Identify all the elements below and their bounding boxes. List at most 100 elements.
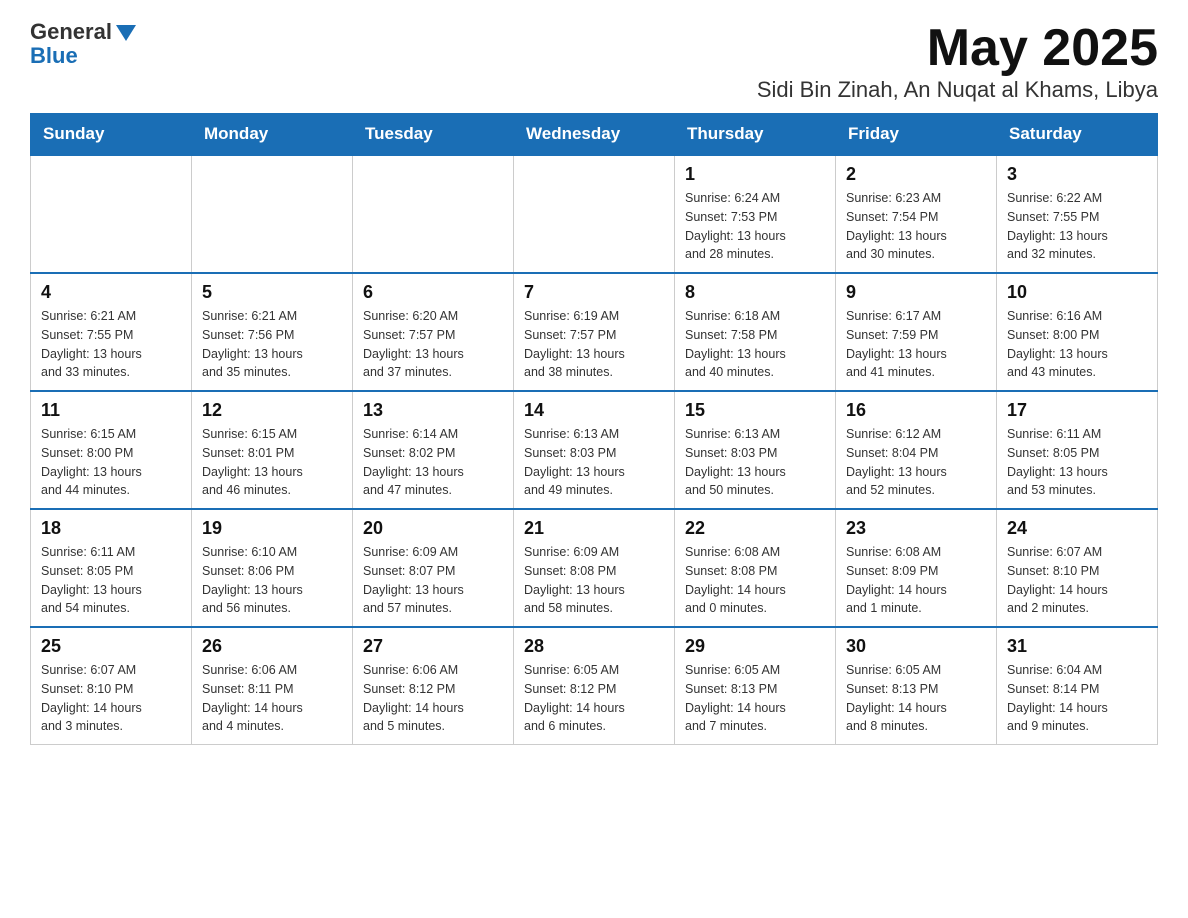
day-number: 21 [524,518,664,539]
day-cell-0-3 [514,155,675,273]
day-cell-1-3: 7 Sunrise: 6:19 AM Sunset: 7:57 PM Daylig… [514,273,675,391]
header-row: SundayMondayTuesdayWednesdayThursdayFrid… [31,114,1158,156]
day-number: 8 [685,282,825,303]
day-cell-4-1: 26 Sunrise: 6:06 AM Sunset: 8:11 PM Dayli… [192,627,353,745]
day-cell-2-0: 11 Sunrise: 6:15 AM Sunset: 8:00 PM Dayli… [31,391,192,509]
day-cell-3-5: 23Sunrise: 6:08 AM Sunset: 8:09 PM Dayli… [836,509,997,627]
day-number: 31 [1007,636,1147,657]
day-cell-3-3: 21 Sunrise: 6:09 AM Sunset: 8:08 PM Dayli… [514,509,675,627]
header-cell-thursday: Thursday [675,114,836,156]
day-info: Sunrise: 6:13 AM Sunset: 8:03 PM Dayligh… [685,425,825,500]
day-number: 12 [202,400,342,421]
day-number: 18 [41,518,181,539]
day-cell-0-1 [192,155,353,273]
day-number: 13 [363,400,503,421]
day-info: Sunrise: 6:11 AM Sunset: 8:05 PM Dayligh… [41,543,181,618]
day-cell-3-1: 19Sunrise: 6:10 AM Sunset: 8:06 PM Dayli… [192,509,353,627]
day-info: Sunrise: 6:07 AM Sunset: 8:10 PM Dayligh… [1007,543,1147,618]
day-info: Sunrise: 6:15 AM Sunset: 8:00 PM Dayligh… [41,425,181,500]
day-cell-1-5: 9Sunrise: 6:17 AM Sunset: 7:59 PM Daylig… [836,273,997,391]
day-number: 11 [41,400,181,421]
day-cell-0-2 [353,155,514,273]
day-info: Sunrise: 6:16 AM Sunset: 8:00 PM Dayligh… [1007,307,1147,382]
day-info: Sunrise: 6:05 AM Sunset: 8:13 PM Dayligh… [685,661,825,736]
day-cell-2-1: 12 Sunrise: 6:15 AM Sunset: 8:01 PM Dayli… [192,391,353,509]
day-number: 26 [202,636,342,657]
logo: General Blue [30,20,136,68]
week-row-5: 25Sunrise: 6:07 AM Sunset: 8:10 PM Dayli… [31,627,1158,745]
day-cell-2-4: 15 Sunrise: 6:13 AM Sunset: 8:03 PM Dayli… [675,391,836,509]
day-info: Sunrise: 6:09 AM Sunset: 8:07 PM Dayligh… [363,543,503,618]
header-cell-tuesday: Tuesday [353,114,514,156]
day-number: 14 [524,400,664,421]
logo-blue-text: Blue [30,44,136,68]
day-info: Sunrise: 6:09 AM Sunset: 8:08 PM Dayligh… [524,543,664,618]
day-info: Sunrise: 6:07 AM Sunset: 8:10 PM Dayligh… [41,661,181,736]
week-row-1: 1Sunrise: 6:24 AM Sunset: 7:53 PM Daylig… [31,155,1158,273]
day-cell-0-6: 3 Sunrise: 6:22 AM Sunset: 7:55 PM Daylig… [997,155,1158,273]
day-number: 27 [363,636,503,657]
day-cell-2-3: 14 Sunrise: 6:13 AM Sunset: 8:03 PM Dayli… [514,391,675,509]
calendar-title: May 2025 [757,20,1158,77]
day-cell-1-4: 8 Sunrise: 6:18 AM Sunset: 7:58 PM Daylig… [675,273,836,391]
logo-general-text: General [30,19,112,44]
day-info: Sunrise: 6:12 AM Sunset: 8:04 PM Dayligh… [846,425,986,500]
day-info: Sunrise: 6:18 AM Sunset: 7:58 PM Dayligh… [685,307,825,382]
day-cell-1-1: 5Sunrise: 6:21 AM Sunset: 7:56 PM Daylig… [192,273,353,391]
day-cell-1-0: 4Sunrise: 6:21 AM Sunset: 7:55 PM Daylig… [31,273,192,391]
day-cell-3-2: 20 Sunrise: 6:09 AM Sunset: 8:07 PM Dayli… [353,509,514,627]
day-number: 28 [524,636,664,657]
title-block: May 2025 Sidi Bin Zinah, An Nuqat al Kha… [757,20,1158,103]
day-number: 30 [846,636,986,657]
day-cell-4-0: 25Sunrise: 6:07 AM Sunset: 8:10 PM Dayli… [31,627,192,745]
day-number: 22 [685,518,825,539]
day-info: Sunrise: 6:13 AM Sunset: 8:03 PM Dayligh… [524,425,664,500]
header-cell-sunday: Sunday [31,114,192,156]
calendar-subtitle: Sidi Bin Zinah, An Nuqat al Khams, Libya [757,77,1158,103]
header-cell-friday: Friday [836,114,997,156]
day-info: Sunrise: 6:10 AM Sunset: 8:06 PM Dayligh… [202,543,342,618]
calendar-header: SundayMondayTuesdayWednesdayThursdayFrid… [31,114,1158,156]
page-header: General Blue May 2025 Sidi Bin Zinah, An… [30,20,1158,103]
day-cell-3-0: 18 Sunrise: 6:11 AM Sunset: 8:05 PM Dayli… [31,509,192,627]
day-number: 24 [1007,518,1147,539]
day-number: 9 [846,282,986,303]
day-info: Sunrise: 6:08 AM Sunset: 8:08 PM Dayligh… [685,543,825,618]
day-info: Sunrise: 6:06 AM Sunset: 8:11 PM Dayligh… [202,661,342,736]
day-number: 17 [1007,400,1147,421]
day-number: 1 [685,164,825,185]
day-info: Sunrise: 6:08 AM Sunset: 8:09 PM Dayligh… [846,543,986,618]
day-info: Sunrise: 6:19 AM Sunset: 7:57 PM Dayligh… [524,307,664,382]
day-number: 5 [202,282,342,303]
calendar-body: 1Sunrise: 6:24 AM Sunset: 7:53 PM Daylig… [31,155,1158,745]
day-info: Sunrise: 6:22 AM Sunset: 7:55 PM Dayligh… [1007,189,1147,264]
day-number: 15 [685,400,825,421]
day-number: 7 [524,282,664,303]
day-number: 16 [846,400,986,421]
day-number: 6 [363,282,503,303]
day-info: Sunrise: 6:05 AM Sunset: 8:13 PM Dayligh… [846,661,986,736]
day-cell-1-2: 6Sunrise: 6:20 AM Sunset: 7:57 PM Daylig… [353,273,514,391]
day-cell-2-6: 17Sunrise: 6:11 AM Sunset: 8:05 PM Dayli… [997,391,1158,509]
day-number: 3 [1007,164,1147,185]
day-info: Sunrise: 6:06 AM Sunset: 8:12 PM Dayligh… [363,661,503,736]
day-number: 29 [685,636,825,657]
day-cell-2-2: 13 Sunrise: 6:14 AM Sunset: 8:02 PM Dayli… [353,391,514,509]
day-cell-2-5: 16 Sunrise: 6:12 AM Sunset: 8:04 PM Dayli… [836,391,997,509]
header-cell-saturday: Saturday [997,114,1158,156]
day-cell-4-3: 28 Sunrise: 6:05 AM Sunset: 8:12 PM Dayli… [514,627,675,745]
day-cell-0-4: 1Sunrise: 6:24 AM Sunset: 7:53 PM Daylig… [675,155,836,273]
day-info: Sunrise: 6:05 AM Sunset: 8:12 PM Dayligh… [524,661,664,736]
week-row-3: 11 Sunrise: 6:15 AM Sunset: 8:00 PM Dayli… [31,391,1158,509]
day-info: Sunrise: 6:04 AM Sunset: 8:14 PM Dayligh… [1007,661,1147,736]
day-info: Sunrise: 6:14 AM Sunset: 8:02 PM Dayligh… [363,425,503,500]
day-info: Sunrise: 6:15 AM Sunset: 8:01 PM Dayligh… [202,425,342,500]
header-cell-monday: Monday [192,114,353,156]
day-cell-4-5: 30 Sunrise: 6:05 AM Sunset: 8:13 PM Dayli… [836,627,997,745]
day-cell-0-5: 2Sunrise: 6:23 AM Sunset: 7:54 PM Daylig… [836,155,997,273]
day-number: 10 [1007,282,1147,303]
calendar-table: SundayMondayTuesdayWednesdayThursdayFrid… [30,113,1158,745]
day-info: Sunrise: 6:21 AM Sunset: 7:55 PM Dayligh… [41,307,181,382]
day-number: 20 [363,518,503,539]
logo-triangle-icon [116,25,136,41]
